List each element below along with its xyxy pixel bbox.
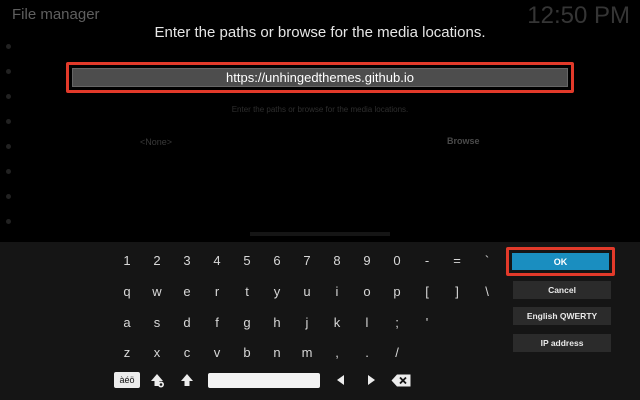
ok-button-highlight: OK bbox=[506, 247, 615, 276]
key[interactable]: o bbox=[352, 279, 382, 303]
background-row bbox=[250, 232, 390, 236]
key[interactable]: ] bbox=[442, 279, 472, 303]
sidebar-dot bbox=[6, 94, 11, 99]
sidebar-dot bbox=[6, 144, 11, 149]
key[interactable]: 0 bbox=[382, 248, 412, 272]
key[interactable]: ' bbox=[412, 310, 442, 334]
key[interactable]: = bbox=[442, 248, 472, 272]
source-none-item: <None> bbox=[140, 137, 173, 147]
backspace-icon[interactable] bbox=[386, 368, 416, 392]
key[interactable]: . bbox=[352, 340, 382, 364]
browse-button: Browse bbox=[447, 136, 480, 146]
key[interactable]: , bbox=[322, 340, 352, 364]
shift-icon[interactable] bbox=[172, 368, 202, 392]
url-input[interactable]: https://unhingedthemes.github.io bbox=[72, 68, 568, 87]
sidebar-dot bbox=[6, 194, 11, 199]
key[interactable]: c bbox=[172, 340, 202, 364]
sidebar-dot bbox=[6, 169, 11, 174]
key[interactable]: n bbox=[262, 340, 292, 364]
key[interactable]: ` bbox=[472, 248, 502, 272]
key[interactable]: 9 bbox=[352, 248, 382, 272]
cancel-button[interactable]: Cancel bbox=[513, 281, 611, 299]
key[interactable]: ; bbox=[382, 310, 412, 334]
key[interactable]: g bbox=[232, 310, 262, 334]
keyboard-row-numbers: 1 2 3 4 5 6 7 8 9 0- = ` bbox=[112, 248, 502, 272]
kodi-screen: File manager 12:50 PM Enter the paths or… bbox=[0, 0, 640, 400]
key[interactable]: b bbox=[232, 340, 262, 364]
keyboard-row-asdf: a s d f g h j k l; ' bbox=[112, 310, 442, 334]
sidebar-dot bbox=[6, 69, 11, 74]
key[interactable]: h bbox=[262, 310, 292, 334]
space-bar[interactable] bbox=[208, 373, 320, 388]
sidebar-dot bbox=[6, 44, 11, 49]
ip-address-button[interactable]: IP address bbox=[513, 334, 611, 352]
key[interactable]: 8 bbox=[322, 248, 352, 272]
sidebar-dot bbox=[6, 219, 11, 224]
key[interactable]: e bbox=[172, 279, 202, 303]
key[interactable]: j bbox=[292, 310, 322, 334]
sidebar-dot bbox=[6, 119, 11, 124]
keyboard-row-special: àéö bbox=[112, 368, 416, 392]
arrow-right-icon[interactable] bbox=[356, 368, 386, 392]
arrow-left-icon[interactable] bbox=[326, 368, 356, 392]
ok-button[interactable]: OK bbox=[512, 253, 609, 270]
key[interactable]: 1 bbox=[112, 248, 142, 272]
key[interactable]: p bbox=[382, 279, 412, 303]
key[interactable]: - bbox=[412, 248, 442, 272]
key[interactable]: [ bbox=[412, 279, 442, 303]
key[interactable]: i bbox=[322, 279, 352, 303]
key[interactable]: a bbox=[112, 310, 142, 334]
key[interactable]: 4 bbox=[202, 248, 232, 272]
background-hint: Enter the paths or browse for the media … bbox=[231, 105, 409, 114]
key[interactable]: w bbox=[142, 279, 172, 303]
key[interactable]: 2 bbox=[142, 248, 172, 272]
key[interactable]: q bbox=[112, 279, 142, 303]
key[interactable]: 6 bbox=[262, 248, 292, 272]
key[interactable]: x bbox=[142, 340, 172, 364]
key[interactable]: l bbox=[352, 310, 382, 334]
key[interactable]: / bbox=[382, 340, 412, 364]
key[interactable]: f bbox=[202, 310, 232, 334]
keyboard-row-qwerty: q w e r t y u i o p[] \ bbox=[112, 279, 502, 303]
key[interactable]: 3 bbox=[172, 248, 202, 272]
key[interactable]: \ bbox=[472, 279, 502, 303]
window-title: File manager bbox=[12, 6, 100, 23]
key[interactable]: m bbox=[292, 340, 322, 364]
key[interactable]: v bbox=[202, 340, 232, 364]
key[interactable]: 7 bbox=[292, 248, 322, 272]
key[interactable]: 5 bbox=[232, 248, 262, 272]
key[interactable]: y bbox=[262, 279, 292, 303]
shift-lock-icon[interactable] bbox=[142, 368, 172, 392]
keyboard-layout-button[interactable]: English QWERTY bbox=[513, 307, 611, 325]
key[interactable]: r bbox=[202, 279, 232, 303]
key[interactable]: t bbox=[232, 279, 262, 303]
dialog-heading: Enter the paths or browse for the media … bbox=[154, 24, 486, 41]
key[interactable]: d bbox=[172, 310, 202, 334]
key[interactable]: z bbox=[112, 340, 142, 364]
accent-key[interactable]: àéö bbox=[114, 372, 140, 388]
key[interactable]: u bbox=[292, 279, 322, 303]
keyboard-row-zxcv: z x c v b n m,. / bbox=[112, 340, 412, 364]
key[interactable]: s bbox=[142, 310, 172, 334]
url-input-highlight: https://unhingedthemes.github.io bbox=[66, 62, 574, 93]
key[interactable]: k bbox=[322, 310, 352, 334]
